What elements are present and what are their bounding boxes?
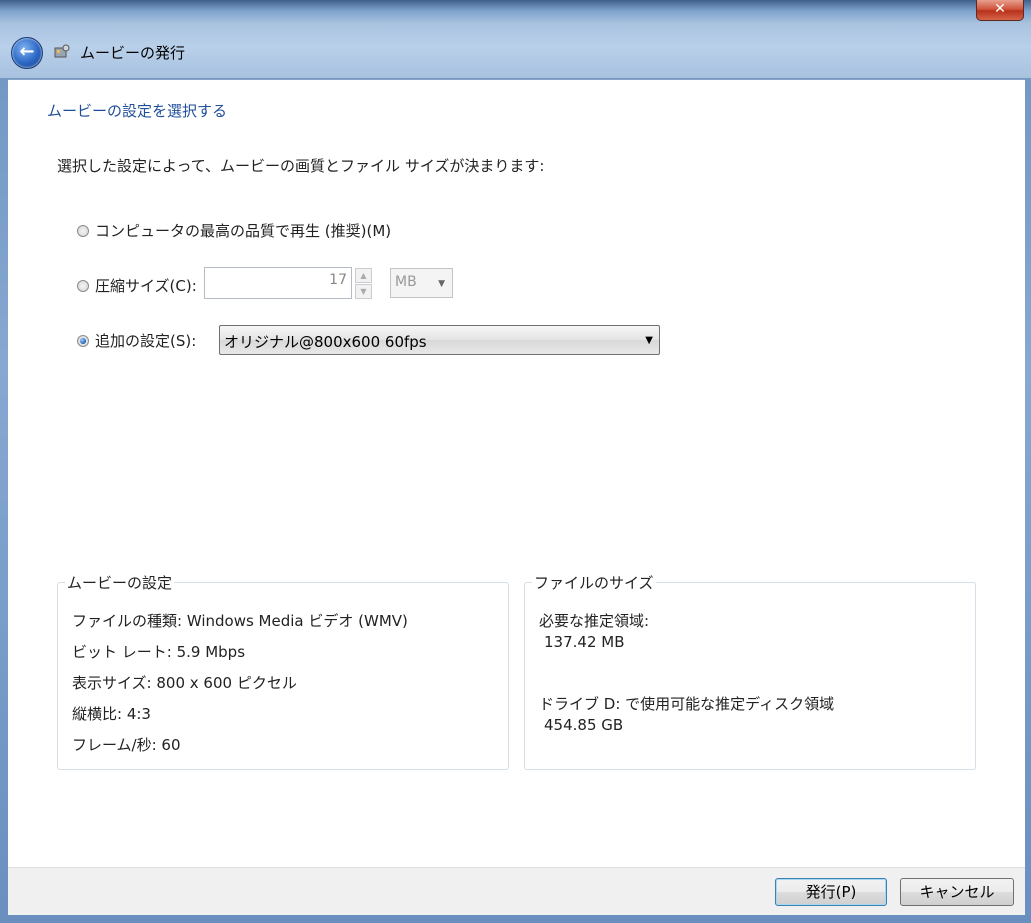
radio-compressed[interactable] bbox=[77, 279, 89, 292]
wizard-window: ✕ ← ムービーの発行 ムービーの設定を選択する 選択した設定によって、ムービー… bbox=[0, 0, 1031, 923]
chevron-down-icon: ▼ bbox=[438, 279, 445, 289]
file-size-group: ファイルのサイズ 必要な推定領域: 137.42 MB ドライブ D: で使用可… bbox=[524, 572, 976, 770]
option-best-quality-label: コンピュータの最高の品質で再生 (推奨)(M) bbox=[95, 222, 392, 240]
file-type-text: ファイルの種類: Windows Media ビデオ (WMV) bbox=[72, 612, 408, 630]
advanced-settings-select[interactable]: オリジナル@800x600 60fps ▼ bbox=[219, 325, 660, 355]
option-compressed[interactable]: 圧縮サイズ(C): bbox=[77, 275, 197, 296]
spin-up-icon[interactable]: ▲ bbox=[355, 268, 372, 283]
available-space-value: 454.85 GB bbox=[544, 716, 624, 734]
frame-rate-text: フレーム/秒: 60 bbox=[72, 736, 181, 754]
compressed-size-input[interactable]: 17 bbox=[204, 267, 352, 299]
required-space-value: 137.42 MB bbox=[544, 633, 625, 651]
radio-advanced[interactable] bbox=[77, 334, 89, 347]
content-area: ムービーの設定を選択する 選択した設定によって、ムービーの画質とファイル サイズ… bbox=[8, 79, 1025, 868]
available-space-label: ドライブ D: で使用可能な推定ディスク領域 bbox=[539, 695, 835, 713]
option-compressed-label: 圧縮サイズ(C): bbox=[95, 277, 197, 295]
title-bar: ✕ ← ムービーの発行 bbox=[0, 0, 1031, 78]
page-description: 選択した設定によって、ムービーの画質とファイル サイズが決まります: bbox=[57, 157, 545, 175]
movie-maker-icon bbox=[54, 44, 70, 58]
button-bar: 発行(P) キャンセル bbox=[8, 867, 1025, 915]
window-title: ムービーの発行 bbox=[80, 44, 186, 62]
chevron-down-icon: ▼ bbox=[645, 335, 653, 346]
back-arrow-icon[interactable]: ← bbox=[11, 37, 43, 69]
option-advanced-label: 追加の設定(S): bbox=[95, 332, 197, 350]
size-unit-select[interactable]: MB ▼ bbox=[390, 268, 453, 298]
cancel-button[interactable]: キャンセル bbox=[900, 878, 1014, 906]
movie-settings-group: ムービーの設定 ファイルの種類: Windows Media ビデオ (WMV)… bbox=[57, 572, 509, 770]
display-size-text: 表示サイズ: 800 x 600 ピクセル bbox=[72, 674, 297, 692]
advanced-settings-value: オリジナル@800x600 60fps bbox=[224, 333, 427, 351]
close-button[interactable]: ✕ bbox=[976, 0, 1024, 21]
radio-best-quality[interactable] bbox=[77, 224, 89, 237]
required-space-label: 必要な推定領域: bbox=[539, 612, 650, 630]
file-size-title: ファイルのサイズ bbox=[532, 572, 656, 593]
movie-settings-title: ムービーの設定 bbox=[65, 572, 175, 593]
publish-button[interactable]: 発行(P) bbox=[775, 878, 887, 906]
bit-rate-text: ビット レート: 5.9 Mbps bbox=[72, 643, 246, 661]
size-unit-value: MB bbox=[395, 274, 417, 290]
page-heading: ムービーの設定を選択する bbox=[47, 102, 228, 120]
spin-down-icon[interactable]: ▼ bbox=[355, 284, 372, 299]
option-advanced[interactable]: 追加の設定(S): bbox=[77, 330, 196, 351]
aspect-ratio-text: 縦横比: 4:3 bbox=[72, 705, 151, 723]
option-best-quality[interactable]: コンピュータの最高の品質で再生 (推奨)(M) bbox=[77, 220, 391, 241]
